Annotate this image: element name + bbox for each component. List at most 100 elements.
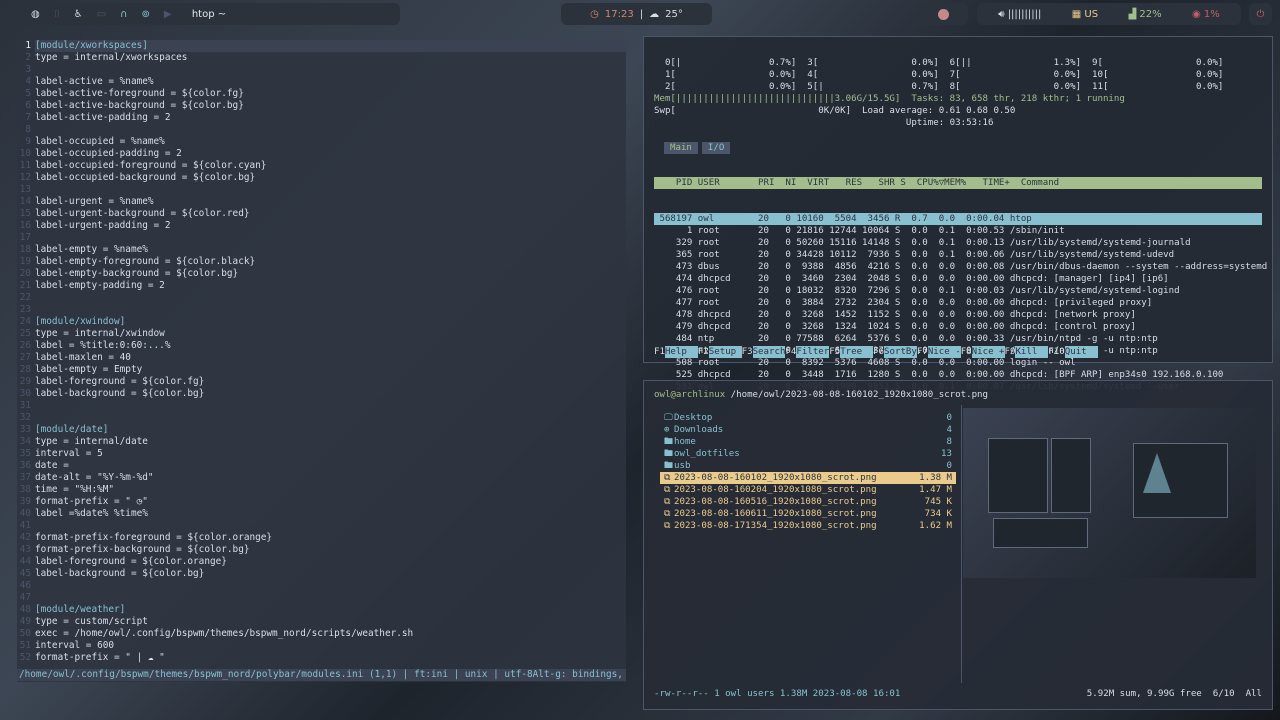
editor-line[interactable]: 13: [17, 184, 626, 196]
fkey-number[interactable]: F6: [873, 346, 884, 358]
line-text[interactable]: label-occupied-padding = 2: [35, 148, 626, 160]
editor-line[interactable]: 11 label-occupied-foreground = ${color.cy…: [17, 160, 626, 172]
ranger-pane[interactable]: owl@archlinux /home/owl/2023-08-08-16010…: [643, 380, 1273, 710]
line-text[interactable]: label-background = ${color.bg}: [35, 388, 626, 400]
editor-line[interactable]: 17: [17, 232, 626, 244]
line-text[interactable]: label-active-padding = 2: [35, 112, 626, 124]
editor-line[interactable]: 43 format-prefix-background = ${color.bg}: [17, 544, 626, 556]
line-text[interactable]: [35, 520, 626, 532]
file-list-item[interactable]: 🖵 Desktop 0: [660, 412, 956, 424]
line-text[interactable]: label-maxlen = 40: [35, 352, 626, 364]
terminal-icon[interactable]: ⌷: [54, 9, 60, 20]
editor-line[interactable]: 27 label-maxlen = 40: [17, 352, 626, 364]
line-text[interactable]: [module/xworkspaces]: [35, 40, 626, 52]
editor-line[interactable]: 47: [17, 592, 626, 604]
process-row[interactable]: 508 root 20 0 8392 5376 4608 S 0.0 0.0 0…: [654, 357, 1262, 369]
editor-line[interactable]: 38 time = "%H:%M": [17, 484, 626, 496]
fkey-number[interactable]: F2: [698, 346, 709, 358]
editor-line[interactable]: 33 [module/date]: [17, 424, 626, 436]
line-text[interactable]: label-occupied-background = ${color.bg}: [35, 172, 626, 184]
editor-line[interactable]: 42 format-prefix-foreground = ${color.ora…: [17, 532, 626, 544]
process-table[interactable]: PID USER PRI NI VIRT RES SHR S CPU%▽MEM%…: [654, 153, 1267, 417]
process-row[interactable]: 473 dbus 20 0 9388 4856 4216 S 0.0 0.0 0…: [654, 261, 1267, 273]
editor-line[interactable]: 32: [17, 412, 626, 424]
line-text[interactable]: date =: [35, 460, 626, 472]
line-text[interactable]: [module/xwindow]: [35, 316, 626, 328]
line-text[interactable]: [35, 412, 626, 424]
editor-line[interactable]: 40 label =%date% %time%: [17, 508, 626, 520]
line-text[interactable]: exec = /home/owl/.config/bspwm/themes/bs…: [35, 628, 626, 640]
fkey-label[interactable]: Nice +: [971, 346, 1005, 358]
line-text[interactable]: type = internal/xworkspaces: [35, 52, 626, 64]
fkey-label[interactable]: Tree: [840, 346, 874, 358]
editor-line[interactable]: 48 [module/weather]: [17, 604, 626, 616]
fkey-label[interactable]: Search: [752, 346, 786, 358]
editor-line[interactable]: 46: [17, 580, 626, 592]
editor-line[interactable]: 19 label-empty-foreground = ${color.black…: [17, 256, 626, 268]
process-rows[interactable]: 568197 owl 20 0 10160 5504 3456 R 0.7 0.…: [654, 213, 1267, 393]
file-list-item[interactable]: 🖿 home 8: [660, 436, 956, 448]
fkey-number[interactable]: F10: [1048, 346, 1064, 358]
file-list-item[interactable]: 🖿 usb 0: [660, 460, 956, 472]
editor-line[interactable]: 20 label-empty-background = ${color.bg}: [17, 268, 626, 280]
file-list-item[interactable]: ⧉ 2023-08-08-160516_1920x1080_scrot.png 74…: [660, 496, 956, 508]
folder-icon[interactable]: ▭: [97, 9, 106, 20]
editor-line[interactable]: 7 label-active-padding = 2: [17, 112, 626, 124]
editor-line[interactable]: 35 interval = 5: [17, 448, 626, 460]
process-row[interactable]: 478 dhcpcd 20 0 3268 1452 1152 S 0.0 0.0…: [654, 309, 1262, 321]
fkey-label[interactable]: Nice -: [927, 346, 961, 358]
line-text[interactable]: [35, 592, 626, 604]
line-text[interactable]: format-prefix-foreground = ${color.orang…: [35, 532, 626, 544]
editor-line[interactable]: 41: [17, 520, 626, 532]
editor-line[interactable]: 5 label-active-foreground = ${color.fg}: [17, 88, 626, 100]
line-text[interactable]: [35, 184, 626, 196]
ranger-file-list[interactable]: 🖵 Desktop 0 ⊕ Downloads 4 🖿 home 8 🖿 owl_dotfiles 1…: [660, 412, 956, 532]
line-text[interactable]: [35, 124, 626, 136]
fkey-label[interactable]: SortBy: [884, 346, 917, 358]
line-text[interactable]: type = internal/date: [35, 436, 626, 448]
editor-line[interactable]: 1 [module/xworkspaces]: [17, 40, 626, 52]
file-list-item[interactable]: ⊕ Downloads 4: [660, 424, 956, 436]
line-text[interactable]: type = custom/script: [35, 616, 626, 628]
process-row[interactable]: 474 dhcpcd 20 0 3460 2304 2048 S 0.0 0.0…: [654, 273, 1262, 285]
gamepad-icon[interactable]: ⊚: [141, 9, 149, 20]
fkey-number[interactable]: F5: [829, 346, 840, 358]
line-text[interactable]: label-occupied = %name%: [35, 136, 626, 148]
editor-line[interactable]: 29 label-foreground = ${color.fg}: [17, 376, 626, 388]
process-row[interactable]: 568197 owl 20 0 10160 5504 3456 R 0.7 0.…: [654, 213, 1262, 225]
fkey-label[interactable]: Kill: [1015, 346, 1049, 358]
editor-line[interactable]: 2 type = internal/xworkspaces: [17, 52, 626, 64]
editor-line[interactable]: 39 format-prefix = " ◷": [17, 496, 626, 508]
editor-line[interactable]: 31: [17, 400, 626, 412]
editor-lines[interactable]: 1 [module/xworkspaces] 2 type = internal/xw…: [17, 40, 626, 664]
fkey-number[interactable]: F8: [961, 346, 972, 358]
editor-line[interactable]: 49 type = custom/script: [17, 616, 626, 628]
line-text[interactable]: date-alt = "%Y-%m-%d": [35, 472, 626, 484]
line-text[interactable]: label-empty-foreground = ${color.black}: [35, 256, 626, 268]
process-row[interactable]: 477 root 20 0 3884 2732 2304 S 0.0 0.0 0…: [654, 297, 1262, 309]
line-text[interactable]: label-active = %name%: [35, 76, 626, 88]
line-text[interactable]: [35, 580, 626, 592]
editor-line[interactable]: 12 label-occupied-background = ${color.bg…: [17, 172, 626, 184]
editor-line[interactable]: 16 label-urgent-padding = 2: [17, 220, 626, 232]
editor-line[interactable]: 34 type = internal/date: [17, 436, 626, 448]
video-icon[interactable]: ▶: [164, 9, 172, 20]
editor-line[interactable]: 4 label-active = %name%: [17, 76, 626, 88]
fkey-label[interactable]: Help: [664, 346, 698, 358]
editor-line[interactable]: 36 date =: [17, 460, 626, 472]
line-text[interactable]: [module/weather]: [35, 604, 626, 616]
editor-line[interactable]: 15 label-urgent-background = ${color.red}: [17, 208, 626, 220]
line-text[interactable]: format-prefix-background = ${color.bg}: [35, 544, 626, 556]
line-text[interactable]: [35, 232, 626, 244]
editor-line[interactable]: 8: [17, 124, 626, 136]
keyboard-module[interactable]: ▦ US: [1072, 9, 1098, 20]
line-text[interactable]: label-urgent-background = ${color.red}: [35, 208, 626, 220]
line-text[interactable]: label-active-background = ${color.bg}: [35, 100, 626, 112]
editor-line[interactable]: 14 label-urgent = %name%: [17, 196, 626, 208]
line-text[interactable]: label = %title:0:60:...%: [35, 340, 626, 352]
line-text[interactable]: label-active-foreground = ${color.fg}: [35, 88, 626, 100]
line-text[interactable]: label-empty-background = ${color.bg}: [35, 268, 626, 280]
editor-line[interactable]: 24 [module/xwindow]: [17, 316, 626, 328]
fkey-label[interactable]: Quit: [1064, 346, 1098, 358]
process-table-header[interactable]: PID USER PRI NI VIRT RES SHR S CPU%▽MEM%…: [654, 177, 1262, 189]
